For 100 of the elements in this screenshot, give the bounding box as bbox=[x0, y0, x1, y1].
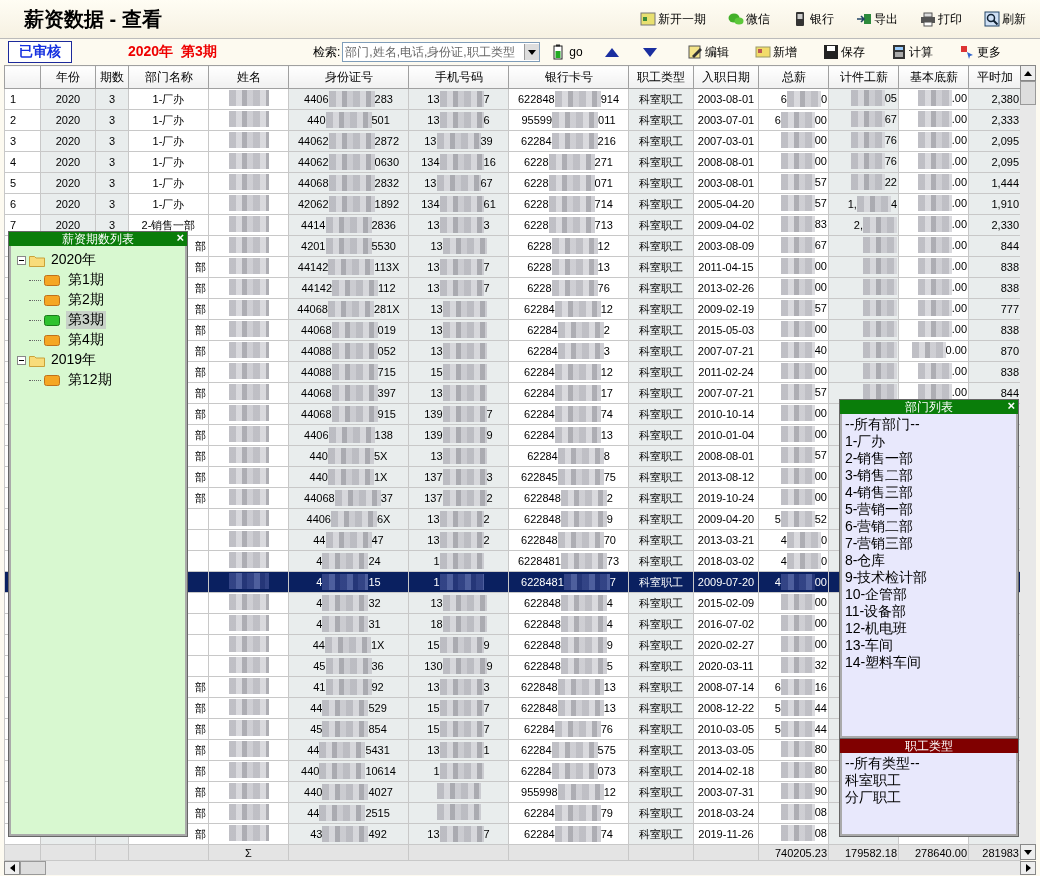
search-field[interactable]: 部门,姓名,电话,身份证,职工类型 bbox=[342, 42, 541, 62]
column-header[interactable]: 计件工薪 bbox=[828, 65, 899, 89]
list-item[interactable]: 8-仓库 bbox=[845, 552, 1013, 569]
toolbar-button[interactable]: 微信 bbox=[724, 8, 774, 30]
column-header[interactable]: 基本底薪 bbox=[898, 65, 969, 89]
list-item[interactable]: --所有部门-- bbox=[845, 416, 1013, 433]
table-cell: 67 bbox=[884, 113, 897, 125]
toolbar-button[interactable]: 银行 bbox=[788, 8, 838, 30]
vertical-scrollbar[interactable] bbox=[1020, 65, 1036, 860]
column-header[interactable]: 手机号码 bbox=[408, 65, 509, 89]
tree-item[interactable]: 第1期 bbox=[66, 271, 106, 289]
pixelated-blur bbox=[780, 321, 815, 337]
pixelated-blur bbox=[557, 448, 604, 464]
list-item[interactable]: 12-机电班 bbox=[845, 620, 1013, 637]
table-cell: .00 bbox=[951, 386, 967, 398]
list-item[interactable]: 1-厂办 bbox=[845, 433, 1013, 450]
column-header[interactable]: 职工类型 bbox=[628, 65, 694, 89]
column-header[interactable]: 入职日期 bbox=[693, 65, 759, 89]
table-cell: 57 bbox=[814, 386, 827, 398]
list-item[interactable]: 科室职工 bbox=[845, 772, 1013, 789]
close-icon[interactable]: × bbox=[176, 231, 184, 245]
table-cell: 62284 bbox=[524, 387, 555, 399]
table-cell: 501 bbox=[371, 114, 390, 126]
toolbar-button[interactable]: 新增 bbox=[750, 41, 801, 63]
toolbar-button[interactable]: 保存 bbox=[818, 41, 869, 63]
table-cell: 2010-03-05 bbox=[697, 723, 755, 735]
list-item[interactable]: 10-企管部 bbox=[845, 586, 1013, 603]
toolbar-button[interactable]: 编辑 bbox=[682, 41, 733, 63]
list-item[interactable]: 2-销售一部 bbox=[845, 450, 1013, 467]
column-header[interactable]: 平时加 bbox=[968, 65, 1021, 89]
horizontal-scrollbar[interactable] bbox=[4, 861, 1036, 875]
pixelated-blur bbox=[554, 427, 601, 443]
pixelated-blur bbox=[322, 553, 369, 569]
toolbar-button[interactable]: 导出 bbox=[852, 8, 902, 30]
pixelated-blur bbox=[780, 342, 815, 358]
list-item[interactable]: 11-设备部 bbox=[845, 603, 1013, 620]
pixelated-blur bbox=[551, 259, 598, 275]
table-cell: 2011-04-15 bbox=[698, 261, 754, 273]
table-cell: 41 bbox=[313, 681, 326, 693]
pixelated-blur bbox=[551, 742, 598, 758]
go-button[interactable]: go bbox=[548, 44, 585, 60]
tree-item[interactable]: 第4期 bbox=[66, 331, 106, 349]
pixelated-blur bbox=[554, 364, 601, 380]
column-header[interactable]: 姓名 bbox=[208, 65, 289, 89]
list-item[interactable]: --所有类型-- bbox=[845, 755, 1013, 772]
table-cell: 08 bbox=[814, 806, 827, 818]
toolbar-button[interactable]: 计算 bbox=[886, 41, 937, 63]
table-cell: .00 bbox=[951, 197, 967, 209]
table-cell: 24 bbox=[368, 555, 381, 567]
toolbar-button[interactable]: 新开一期 bbox=[636, 8, 710, 30]
table-cell: 6228 bbox=[527, 282, 552, 294]
tree-item[interactable]: 2020年 bbox=[49, 251, 99, 269]
pixelated-blur bbox=[439, 553, 484, 569]
pixelated-blur bbox=[850, 111, 885, 127]
toolbar-button[interactable]: 打印 bbox=[916, 8, 966, 30]
collapse-icon[interactable] bbox=[17, 255, 26, 265]
column-header[interactable]: 银行卡号 bbox=[508, 65, 629, 89]
tree-item[interactable]: 2019年 bbox=[49, 351, 99, 369]
tree-item[interactable]: 第3期 bbox=[66, 311, 106, 329]
toolbar-button[interactable]: 更多 bbox=[954, 41, 1005, 63]
column-header[interactable]: 年份 bbox=[40, 65, 96, 89]
list-item[interactable]: 3-销售二部 bbox=[845, 467, 1013, 484]
scroll-right-button[interactable] bbox=[1020, 861, 1036, 875]
list-item[interactable]: 分厂职工 bbox=[845, 789, 1013, 806]
close-icon[interactable]: × bbox=[1007, 399, 1015, 413]
tree-item[interactable]: 第2期 bbox=[66, 291, 106, 309]
column-header[interactable]: 身份证号 bbox=[288, 65, 409, 89]
table-cell: 13 bbox=[427, 219, 440, 231]
pixelated-blur bbox=[557, 700, 604, 716]
scroll-thumb[interactable] bbox=[20, 861, 46, 875]
table-cell: 4406 bbox=[306, 513, 331, 525]
table-cell: 47 bbox=[371, 534, 384, 546]
table-cell: 1-厂办 bbox=[152, 176, 185, 189]
table-cell: 13 bbox=[430, 450, 443, 462]
table-cell: 216 bbox=[597, 135, 616, 147]
list-item[interactable]: 4-销售三部 bbox=[845, 484, 1013, 501]
list-item[interactable]: 5-营销一部 bbox=[845, 501, 1013, 518]
column-header[interactable]: 期数 bbox=[95, 65, 129, 89]
collapse-icon[interactable] bbox=[17, 355, 26, 365]
pixelated-blur bbox=[780, 258, 815, 274]
list-item[interactable]: 9-技术检计部 bbox=[845, 569, 1013, 586]
table-cell: 部 bbox=[195, 239, 206, 252]
scroll-down-button[interactable] bbox=[1020, 844, 1036, 860]
list-item[interactable]: 13-车间 bbox=[845, 637, 1013, 654]
table-cell: 7 bbox=[483, 93, 490, 105]
scroll-up-button[interactable] bbox=[1020, 65, 1036, 81]
pixelated-blur bbox=[439, 217, 484, 233]
pixelated-blur bbox=[551, 238, 598, 254]
list-item[interactable]: 7-营销三部 bbox=[845, 535, 1013, 552]
pixelated-blur bbox=[334, 490, 381, 506]
column-header[interactable]: 总薪 bbox=[758, 65, 829, 89]
pixelated-blur bbox=[548, 175, 595, 191]
tree-item[interactable]: 第12期 bbox=[66, 371, 114, 389]
list-item[interactable]: 6-营销二部 bbox=[845, 518, 1013, 535]
scroll-left-button[interactable] bbox=[4, 861, 20, 875]
toolbar-button[interactable]: 刷新 bbox=[980, 8, 1030, 30]
scroll-thumb[interactable] bbox=[1020, 81, 1036, 105]
column-header[interactable]: 部门名称 bbox=[128, 65, 209, 89]
list-item[interactable]: 14-塑料车间 bbox=[845, 654, 1013, 671]
table-cell: 3 bbox=[108, 219, 116, 231]
